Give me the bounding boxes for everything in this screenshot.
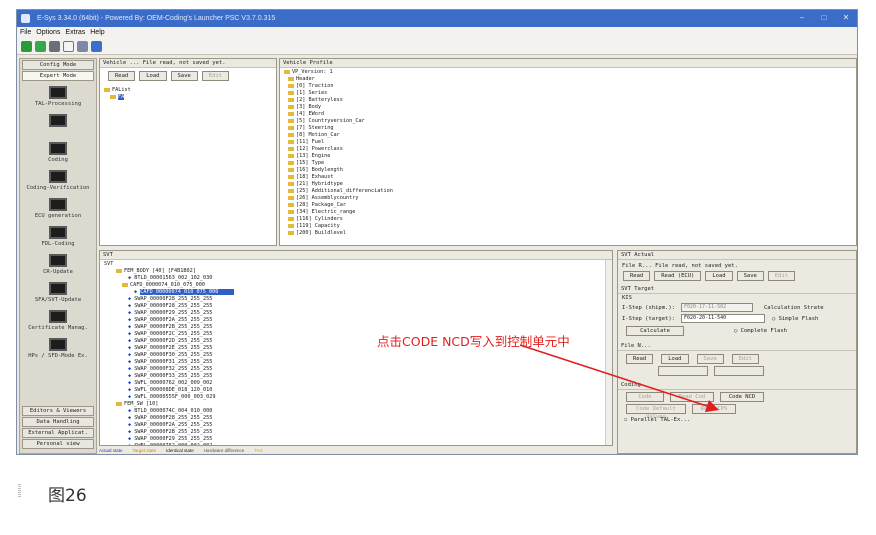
annotation-arrow bbox=[519, 344, 720, 413]
figure-caption: 图26 bbox=[48, 486, 87, 506]
caption-marker bbox=[18, 484, 21, 498]
